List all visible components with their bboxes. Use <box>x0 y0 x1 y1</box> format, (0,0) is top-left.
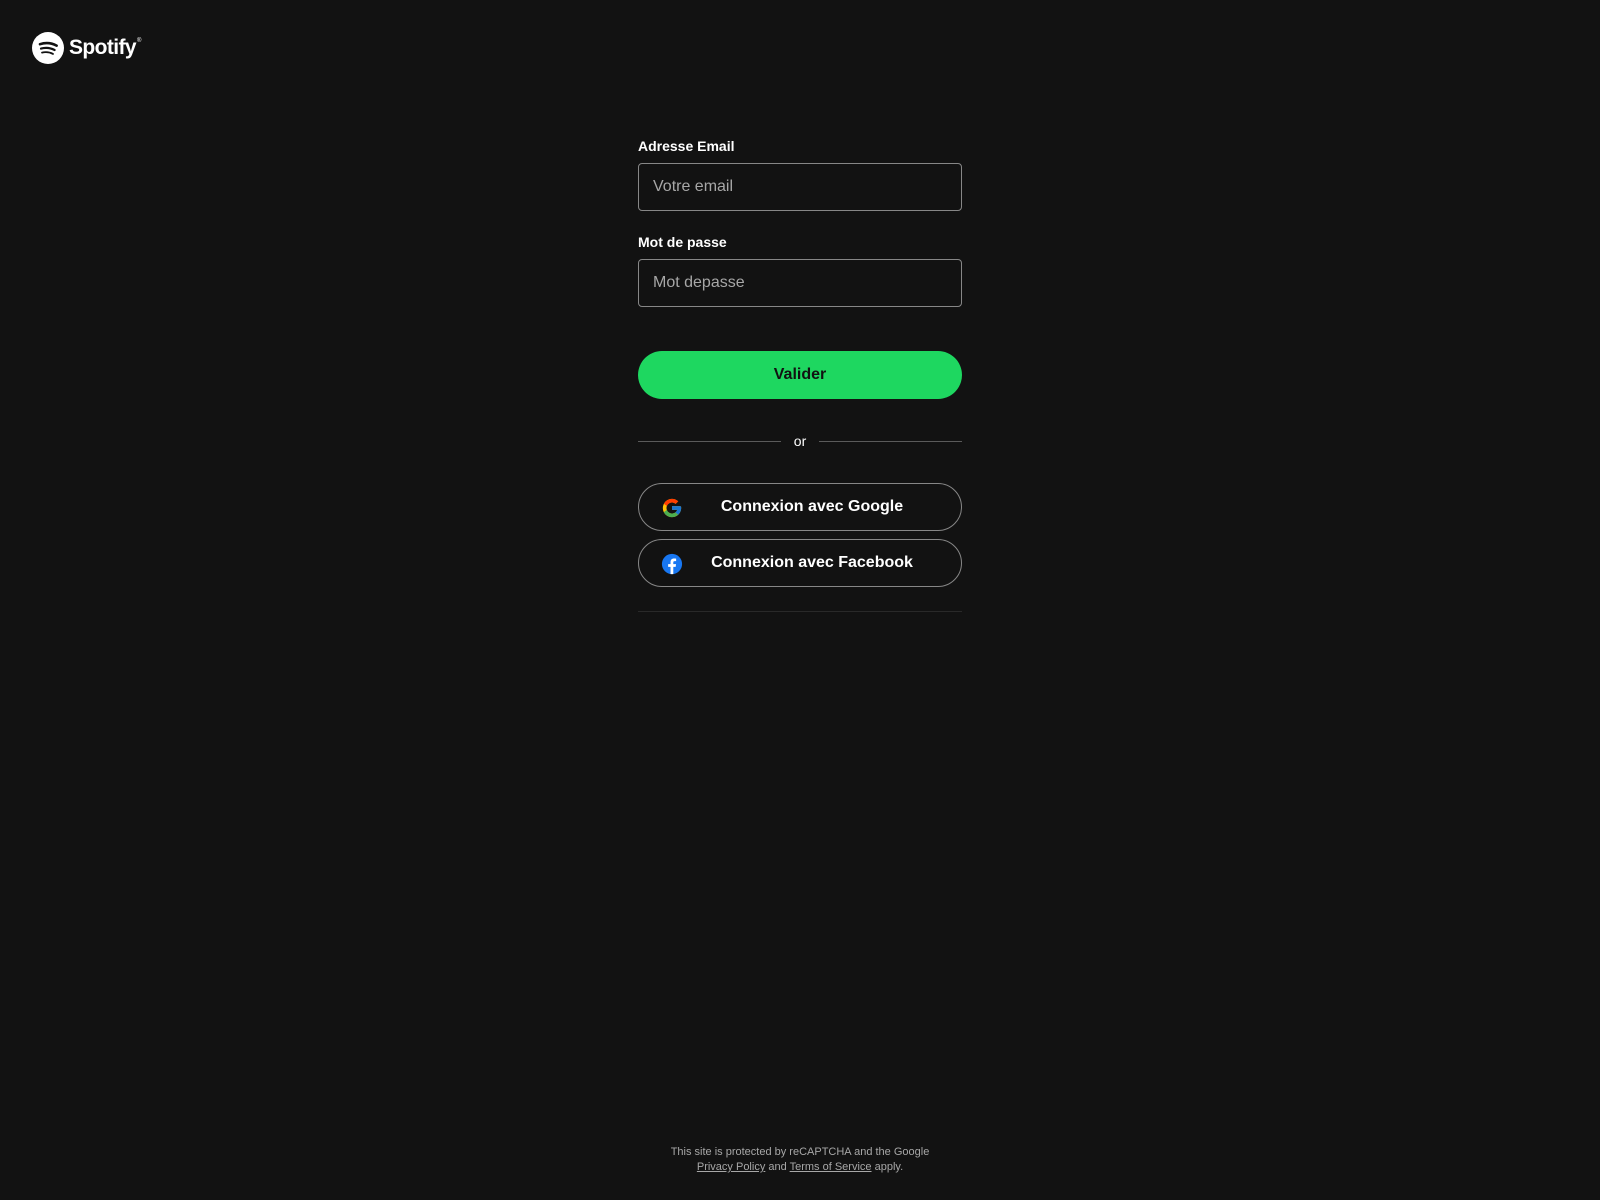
email-field-wrapper <box>638 163 962 211</box>
social-login-group: Connexion avec Google Connexion avec Fac… <box>638 483 962 587</box>
trademark-symbol: ® <box>136 38 141 44</box>
submit-button[interactable]: Valider <box>638 351 962 399</box>
email-input[interactable] <box>638 163 962 211</box>
privacy-policy-link[interactable]: Privacy Policy <box>697 1161 765 1173</box>
login-form: Adresse Email Mot de passe Valider or Co… <box>638 138 963 612</box>
divider-text: or <box>793 433 807 449</box>
password-field-wrapper <box>638 259 962 307</box>
footer-links-line: Privacy Policy and Terms of Service appl… <box>0 1160 1600 1175</box>
footer-and-text: and <box>768 1161 787 1173</box>
google-icon <box>662 498 682 518</box>
password-label: Mot de passe <box>638 234 727 250</box>
login-page: Spotify® Adresse Email Mot de passe Vali… <box>0 0 1600 1200</box>
or-divider: or <box>638 433 963 449</box>
recaptcha-notice: This site is protected by reCAPTCHA and … <box>670 1146 930 1158</box>
email-label: Adresse Email <box>638 138 735 154</box>
google-login-label: Connexion avec Google <box>720 498 904 515</box>
form-bottom-divider <box>638 611 962 612</box>
google-login-button[interactable]: Connexion avec Google <box>638 483 962 531</box>
recaptcha-footer: This site is protected by reCAPTCHA and … <box>0 1145 1600 1175</box>
spotify-wordmark: Spotify® <box>69 36 141 59</box>
divider-line-left <box>638 440 781 442</box>
password-input[interactable] <box>638 259 962 307</box>
spotify-logo-icon <box>32 32 64 64</box>
terms-of-service-link[interactable]: Terms of Service <box>790 1161 872 1173</box>
divider-line-right <box>819 440 963 442</box>
facebook-login-button[interactable]: Connexion avec Facebook <box>638 539 962 587</box>
facebook-login-label: Connexion avec Facebook <box>711 554 913 571</box>
facebook-icon <box>661 553 683 575</box>
spotify-logo[interactable]: Spotify® <box>32 32 141 64</box>
footer-apply-text: apply. <box>874 1161 904 1173</box>
